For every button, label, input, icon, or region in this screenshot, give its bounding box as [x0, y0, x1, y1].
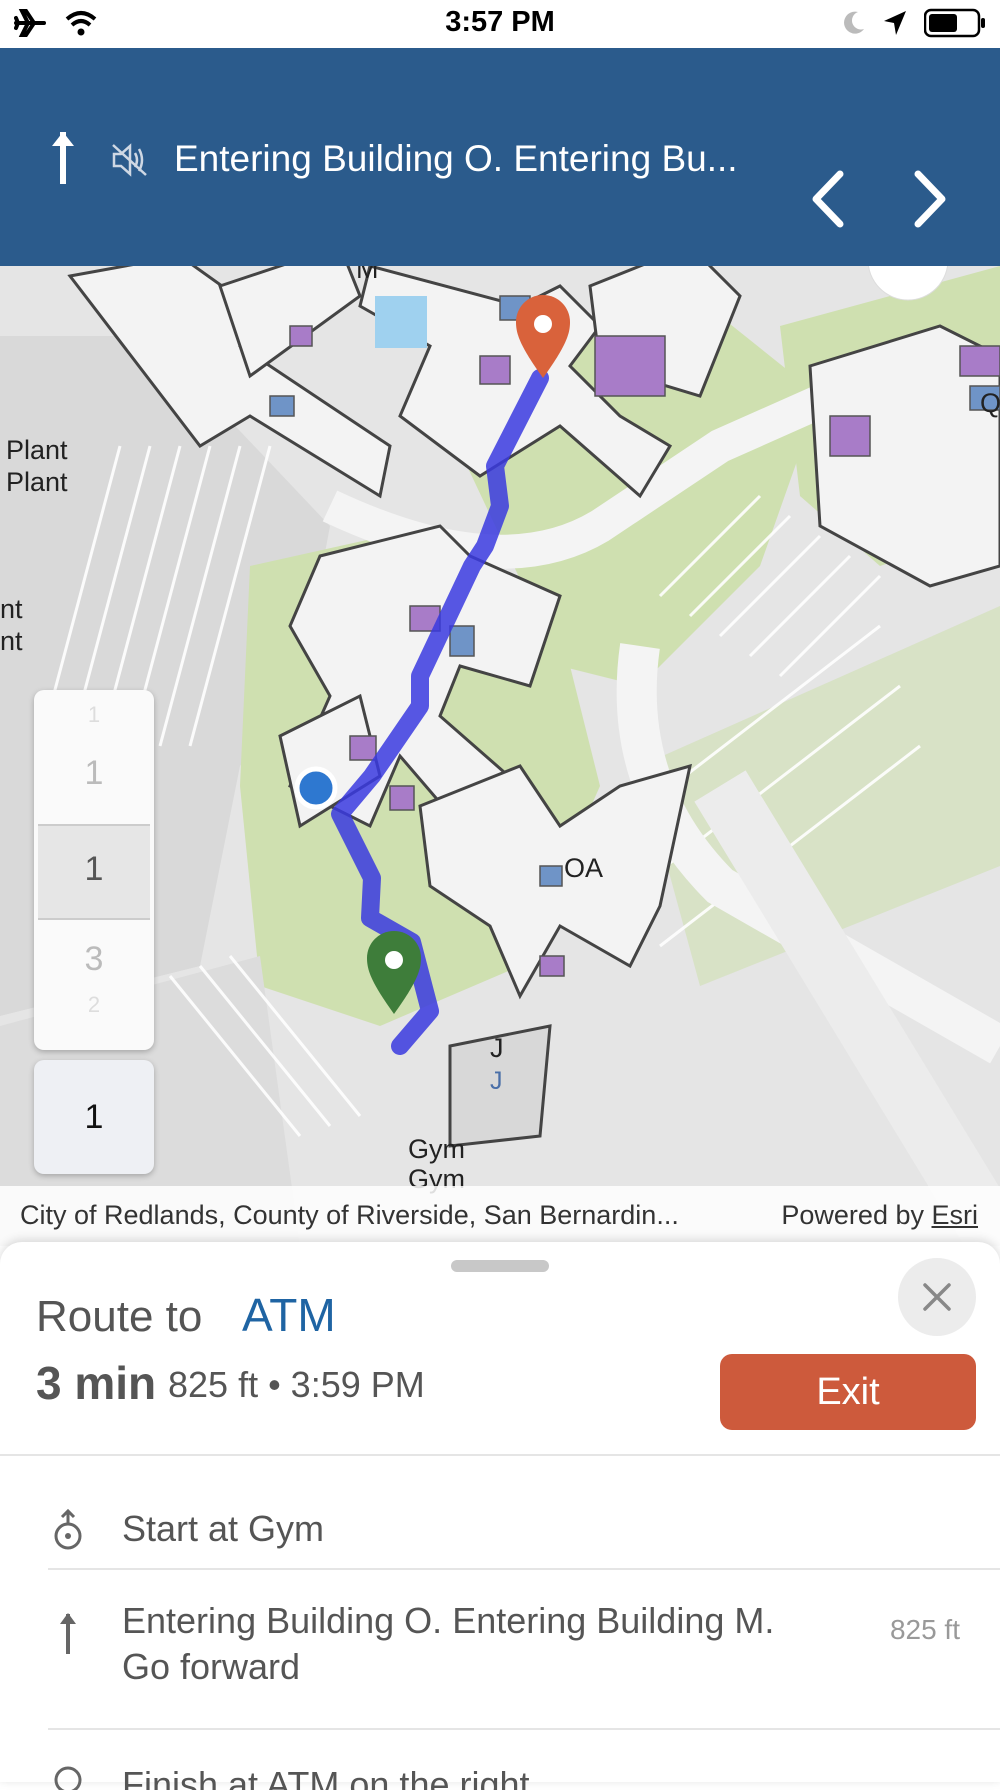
- finish-icon: [54, 1766, 82, 1790]
- current-floor-button[interactable]: 1: [34, 1060, 154, 1174]
- moon-icon: [844, 11, 864, 34]
- powered-by-label: Powered by: [781, 1200, 924, 1230]
- floor-option[interactable]: 2: [34, 992, 154, 1018]
- exit-button[interactable]: Exit: [720, 1354, 976, 1430]
- status-bar: 3:57 PM: [0, 0, 1000, 48]
- step-text: Start at Gym: [122, 1508, 325, 1549]
- forward-arrow-icon: [52, 132, 74, 184]
- mute-icon[interactable]: [110, 142, 150, 178]
- map-label-nt-2: nt: [0, 626, 23, 656]
- map-label-q: Q: [980, 388, 1000, 418]
- direction-step[interactable]: Finish at ATM on the right: [0, 1730, 1000, 1790]
- floor-option-selected[interactable]: 1: [34, 850, 154, 889]
- map-label-j-1: J: [490, 1033, 504, 1063]
- map-label-j-2: J: [490, 1067, 503, 1095]
- route-duration: 3 min: [36, 1357, 157, 1409]
- map-label-m: M: [356, 266, 379, 284]
- close-icon: [923, 1283, 951, 1311]
- route-destination[interactable]: ATM: [242, 1288, 336, 1342]
- current-location-dot: [294, 766, 338, 810]
- route-to-label: Route to: [36, 1292, 203, 1341]
- step-text: Entering Building O. Entering Building M…: [122, 1600, 775, 1687]
- sheet-drag-handle[interactable]: [451, 1260, 549, 1272]
- navigation-header: Entering Building O. Entering Bu...: [0, 48, 1000, 266]
- esri-link[interactable]: Esri: [932, 1200, 979, 1230]
- map-label-nt-1: nt: [0, 594, 23, 624]
- floor-picker[interactable]: 1 1 1 3 2: [34, 690, 154, 1050]
- map-attribution: City of Redlands, County of Riverside, S…: [0, 1186, 1000, 1246]
- close-button[interactable]: [898, 1258, 976, 1336]
- floor-option[interactable]: 3: [34, 940, 154, 979]
- previous-step-button[interactable]: [810, 170, 846, 228]
- floor-option[interactable]: 1: [34, 702, 154, 728]
- map-label-plant-2: Plant: [6, 467, 68, 497]
- forward-arrow-icon: [60, 1613, 76, 1654]
- battery-icon: [924, 8, 985, 38]
- status-right-icons: [840, 8, 986, 38]
- floor-option[interactable]: 1: [34, 754, 154, 793]
- attribution-text: City of Redlands, County of Riverside, S…: [20, 1200, 679, 1230]
- campus-map[interactable]: M Plant Plant nt nt Q OA J J Gym Gym 1 1…: [0, 266, 1000, 1246]
- location-arrow-icon: [884, 11, 906, 35]
- next-step-button[interactable]: [912, 170, 948, 228]
- route-sheet: Route to ATM 3 min 825 ft • 3:59 PM Exit…: [0, 1242, 1000, 1790]
- map-label-gym-1: Gym: [408, 1134, 465, 1164]
- nav-instruction: Entering Building O. Entering Bu...: [174, 138, 738, 179]
- start-icon: [54, 1508, 82, 1550]
- map-label-oa: OA: [564, 853, 603, 883]
- route-details: 825 ft • 3:59 PM: [168, 1364, 425, 1405]
- step-text: Finish at ATM on the right: [122, 1764, 530, 1790]
- step-distance: 825 ft: [889, 1614, 960, 1645]
- map-label-plant-1: Plant: [6, 435, 68, 465]
- direction-step[interactable]: Entering Building O. Entering Building M…: [0, 1570, 1000, 1730]
- powered-by: Powered by Esri: [781, 1200, 978, 1231]
